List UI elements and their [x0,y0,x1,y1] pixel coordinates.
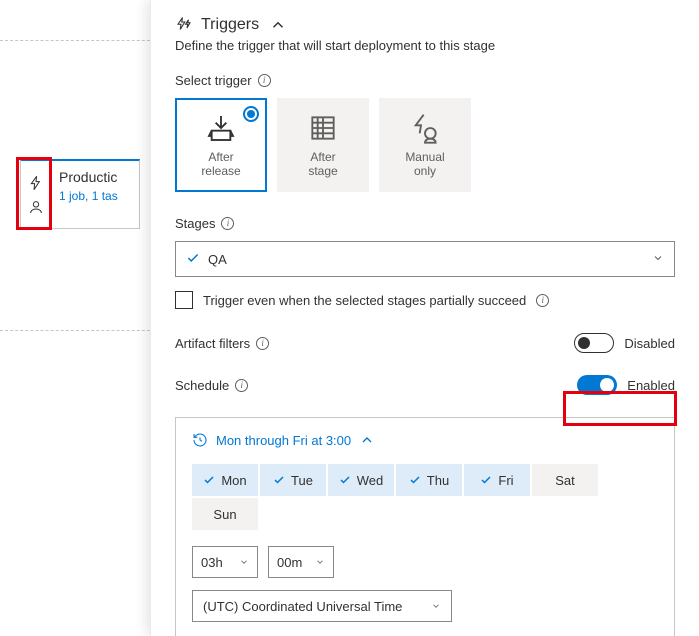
chevron-down-icon [431,601,441,611]
day-thu[interactable]: Thu [396,464,462,496]
hour-dropdown[interactable]: 03h [192,546,258,578]
stage-body[interactable]: Productic 1 job, 1 tas [51,161,139,228]
radio-selected-icon [243,106,259,122]
schedule-label: Schedule [175,378,229,393]
stage-conditions-handle[interactable] [21,161,51,228]
timezone-value: (UTC) Coordinated Universal Time [203,599,402,614]
trigger-option-manual-only[interactable]: Manualonly [379,98,471,192]
panel-subtitle: Define the trigger that will start deplo… [175,38,675,53]
trigger-option-after-release[interactable]: Afterrelease [175,98,267,192]
info-icon[interactable]: i [221,217,234,230]
artifact-filters-row: Artifact filters i Disabled [175,333,675,353]
pipeline-canvas: Productic 1 job, 1 tas [0,0,160,636]
schedule-summary[interactable]: Mon through Fri at 3:00 [192,432,658,448]
hour-value: 03h [201,555,223,570]
triggers-panel: Triggers Define the trigger that will st… [150,0,699,636]
stage-icon [307,112,339,144]
schedule-box: Mon through Fri at 3:00 Mon Tue Wed Thu … [175,417,675,636]
chevron-down-icon [239,557,249,567]
chevron-up-icon [359,432,375,448]
info-icon[interactable]: i [258,74,271,87]
time-row: 03h 00m [192,546,658,578]
info-icon[interactable]: i [536,294,549,307]
day-sun[interactable]: Sun [192,498,258,530]
artifact-filters-toggle[interactable] [574,333,614,353]
connector-line [0,40,160,41]
trigger-label: Afterrelease [201,150,240,179]
day-wed[interactable]: Wed [328,464,394,496]
trigger-option-after-stage[interactable]: Afterstage [277,98,369,192]
check-icon [186,251,200,268]
panel-title: Triggers [201,16,259,34]
info-icon[interactable]: i [256,337,269,350]
day-mon[interactable]: Mon [192,464,258,496]
connector-line [0,330,160,331]
select-trigger-label: Select trigger i [175,73,675,88]
day-sat[interactable]: Sat [532,464,598,496]
stage-card-production[interactable]: Productic 1 job, 1 tas [20,159,140,229]
minute-dropdown[interactable]: 00m [268,546,334,578]
schedule-toggle[interactable] [577,375,617,395]
partial-succeed-checkbox[interactable] [175,291,193,309]
history-icon [192,432,208,448]
chevron-down-icon [315,557,325,567]
partial-succeed-label: Trigger even when the selected stages pa… [203,293,526,308]
info-icon[interactable]: i [235,379,248,392]
stages-value: QA [208,252,644,267]
schedule-row: Schedule i Enabled [175,375,675,395]
stage-title: Productic [59,169,131,185]
panel-header[interactable]: Triggers [175,16,675,34]
timezone-dropdown[interactable]: (UTC) Coordinated Universal Time [192,590,452,622]
day-tue[interactable]: Tue [260,464,326,496]
person-icon [28,199,44,215]
lightning-group-icon [175,16,193,34]
stages-label: Stages i [175,216,675,231]
partial-succeed-row: Trigger even when the selected stages pa… [175,291,675,309]
minute-value: 00m [277,555,302,570]
chevron-up-icon [269,16,287,34]
lightning-icon [28,175,44,191]
chevron-down-icon [652,252,664,267]
stages-dropdown[interactable]: QA [175,241,675,277]
stage-jobs-link[interactable]: 1 job, 1 tas [59,189,131,203]
schedule-state: Enabled [627,378,675,393]
artifact-filters-label: Artifact filters [175,336,250,351]
day-selector: Mon Tue Wed Thu Fri Sat Sun [192,464,658,530]
trigger-label: Manualonly [405,150,444,179]
trigger-label: Afterstage [308,150,337,179]
manual-icon [409,112,441,144]
release-icon [205,112,237,144]
schedule-summary-text: Mon through Fri at 3:00 [216,433,351,448]
artifact-filters-state: Disabled [624,336,675,351]
trigger-options: Afterrelease Afterstage Manualonly [175,98,675,192]
day-fri[interactable]: Fri [464,464,530,496]
